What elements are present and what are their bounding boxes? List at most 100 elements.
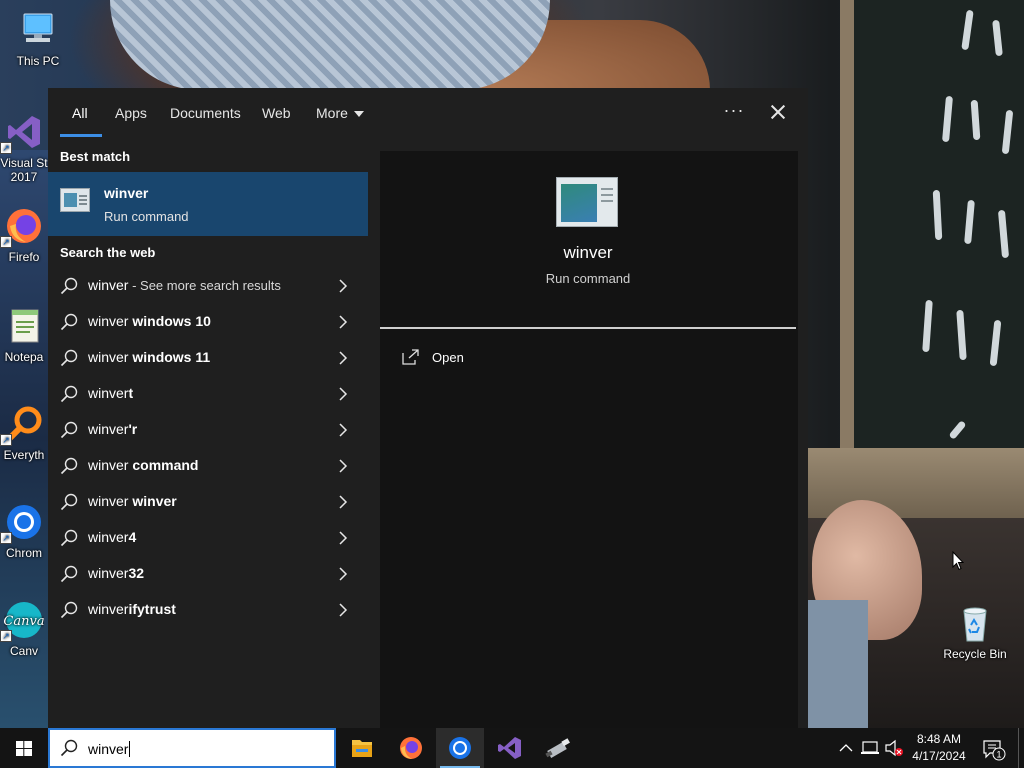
action-center-button[interactable]: 1	[978, 728, 1008, 768]
wallpaper-chalkboard	[840, 0, 1024, 470]
tab-documents[interactable]: Documents	[170, 105, 241, 121]
wallpaper-bow	[110, 0, 550, 90]
search-icon	[60, 421, 78, 439]
canva-icon: Canva ↗	[0, 600, 45, 642]
open-icon	[402, 349, 419, 365]
web-result-text: winver32	[88, 565, 144, 581]
visual-studio-icon	[498, 737, 521, 759]
preview-subtitle: Run command	[545, 271, 631, 286]
wallpaper-sleeve	[808, 600, 868, 728]
computer-icon	[18, 10, 58, 50]
chevron-right-icon[interactable]	[336, 531, 350, 545]
web-result-item[interactable]: winverifytrust	[48, 592, 368, 628]
clock-time: 8:48 AM	[916, 732, 962, 746]
run-command-icon	[556, 177, 618, 227]
network-tray-button[interactable]	[860, 728, 882, 768]
recycle-bin-icon	[955, 603, 995, 643]
web-result-item[interactable]: winver windows 11	[48, 340, 368, 376]
firefox-icon: ↗	[0, 206, 44, 248]
shortcut-arrow-icon: ↗	[0, 630, 12, 642]
web-result-suggestion: winver	[132, 493, 177, 509]
web-result-query: winver	[88, 565, 129, 581]
desktop-icon-label: This PC	[16, 54, 60, 68]
show-hidden-icons-button[interactable]	[836, 728, 856, 768]
taskbar-clock[interactable]: 8:48 AM 4/17/2024	[900, 731, 978, 765]
web-result-query: winver	[88, 601, 129, 617]
best-match-item[interactable]: winver Run command	[48, 172, 368, 236]
open-action[interactable]: Open	[402, 347, 522, 369]
web-result-text: winver'r	[88, 421, 137, 437]
tab-all[interactable]: All	[72, 105, 88, 121]
web-result-query: winver	[88, 277, 129, 293]
web-result-text: winver - See more search results	[88, 277, 281, 293]
search-icon	[60, 739, 78, 757]
tab-more[interactable]: More	[316, 105, 364, 121]
best-match-header: Best match	[60, 149, 131, 164]
search-input[interactable]: winver	[88, 741, 131, 757]
chevron-right-icon[interactable]	[336, 423, 350, 437]
web-result-item[interactable]: winver - See more search results	[48, 268, 368, 304]
windows-logo-icon	[16, 741, 32, 756]
tab-more-label: More	[316, 105, 348, 121]
shortcut-arrow-icon: ↗	[0, 142, 12, 154]
show-desktop-button[interactable]	[1018, 728, 1024, 768]
web-result-query: winver	[88, 313, 133, 329]
web-result-item[interactable]: winvert	[48, 376, 368, 412]
run-command-icon	[60, 188, 90, 212]
desktop-icon-label: Recycle Bin	[943, 647, 1007, 661]
web-result-item[interactable]: winver command	[48, 448, 368, 484]
taskbar-search-box[interactable]: winver	[48, 728, 336, 768]
taskbar-firefox[interactable]	[387, 728, 435, 768]
web-result-text: winver windows 11	[88, 349, 210, 365]
chevron-right-icon[interactable]	[336, 387, 350, 401]
chevron-right-icon[interactable]	[336, 459, 350, 473]
web-result-query: winver	[88, 529, 129, 545]
web-result-text: winver winver	[88, 493, 177, 509]
start-button[interactable]	[0, 728, 48, 768]
close-button[interactable]	[760, 100, 792, 124]
desktop-icon-this-pc[interactable]: This PC	[0, 10, 76, 68]
best-match-subtitle: Run command	[104, 209, 189, 224]
chevron-right-icon[interactable]	[336, 315, 350, 329]
more-options-button[interactable]: ···	[718, 100, 750, 124]
search-icon	[60, 385, 78, 403]
svg-text:Canva: Canva	[4, 614, 44, 629]
chevron-right-icon[interactable]	[336, 351, 350, 365]
web-result-query: winver	[88, 421, 129, 437]
taskbar-chrome[interactable]	[436, 728, 484, 768]
preview-title: winver	[563, 243, 613, 262]
search-icon	[60, 313, 78, 331]
taskbar-file-explorer[interactable]	[338, 728, 386, 768]
chevron-right-icon[interactable]	[336, 603, 350, 617]
web-result-item[interactable]: winver windows 10	[48, 304, 368, 340]
shortcut-arrow-icon: ↗	[0, 434, 12, 446]
desktop-icon-recycle-bin[interactable]: Recycle Bin	[937, 603, 1013, 661]
web-result-item[interactable]: winver'r	[48, 412, 368, 448]
shortcut-arrow-icon: ↗	[0, 236, 12, 248]
web-result-item[interactable]: winver32	[48, 556, 368, 592]
web-result-text: winver command	[88, 457, 198, 473]
chrome-icon	[449, 737, 471, 759]
taskbar-visual-studio[interactable]	[485, 728, 533, 768]
search-icon	[60, 457, 78, 475]
chevron-right-icon[interactable]	[336, 279, 350, 293]
taskbar-usb-tool[interactable]	[534, 728, 582, 768]
chevron-right-icon[interactable]	[336, 495, 350, 509]
caret-down-icon	[353, 111, 364, 118]
web-result-text: winver4	[88, 529, 136, 545]
tab-apps[interactable]: Apps	[115, 105, 147, 121]
web-result-hint: - See more search results	[128, 278, 281, 293]
web-result-item[interactable]: winver4	[48, 520, 368, 556]
web-result-query: winver	[88, 385, 129, 401]
search-tabs: All Apps Documents Web More ···	[48, 88, 808, 138]
chevron-right-icon[interactable]	[336, 567, 350, 581]
shortcut-arrow-icon: ↗	[0, 532, 12, 544]
tab-web[interactable]: Web	[262, 105, 291, 121]
web-result-suggestion: command	[132, 457, 199, 473]
web-result-suggestion: t	[128, 385, 134, 401]
taskbar: winver 8:48 AM 4/17/2024 1	[0, 728, 1024, 768]
visual-studio-icon: ↗	[0, 112, 44, 154]
web-result-item[interactable]: winver winver	[48, 484, 368, 520]
search-icon	[60, 529, 78, 547]
results-pane: Best match winver Run command Search the…	[48, 138, 370, 728]
